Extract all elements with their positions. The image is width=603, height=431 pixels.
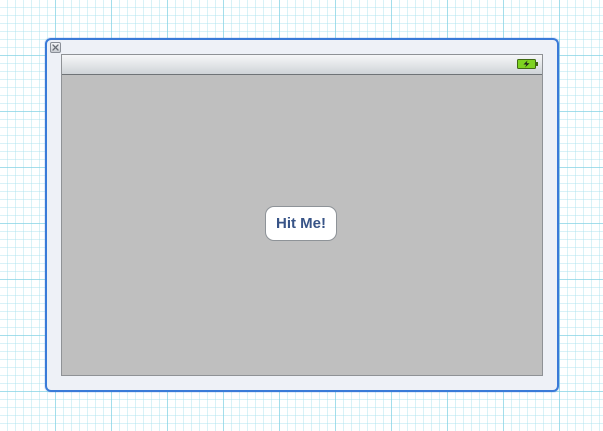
main-view: Hit Me!: [61, 54, 543, 376]
status-bar: [62, 55, 542, 75]
view-controller-frame[interactable]: Hit Me!: [45, 38, 559, 392]
hit-me-button-label: Hit Me!: [276, 215, 326, 232]
hit-me-button[interactable]: Hit Me!: [265, 206, 337, 241]
close-icon[interactable]: [50, 42, 61, 53]
battery-charging-icon: [517, 59, 539, 69]
